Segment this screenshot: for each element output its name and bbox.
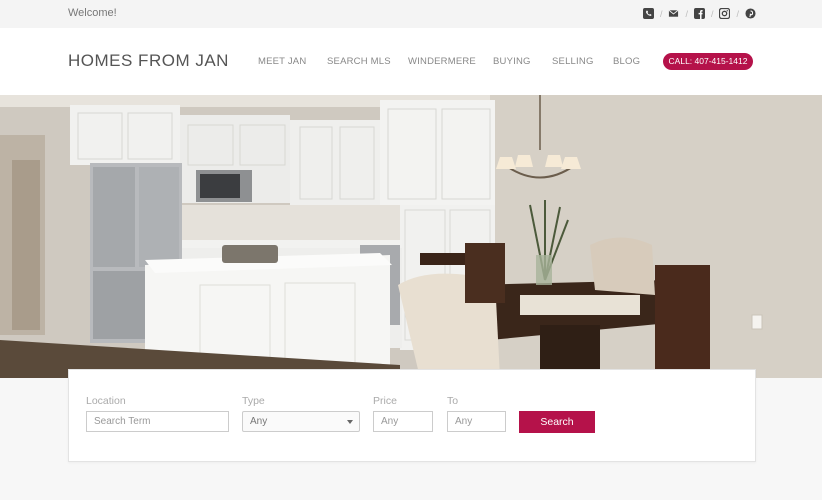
kitchen-photo: [0, 95, 822, 378]
social-links: / / / /: [642, 8, 756, 19]
nav-windermere[interactable]: WINDERMERE: [408, 56, 476, 67]
to-label: To: [447, 395, 459, 407]
nav-selling[interactable]: SELLING: [552, 56, 594, 67]
price-min-input[interactable]: Any: [373, 411, 433, 432]
welcome-text: Welcome!: [68, 7, 117, 19]
site-header: HOMES FROM JAN MEET JAN SEARCH MLS WINDE…: [0, 28, 822, 95]
location-label: Location: [86, 395, 126, 407]
instagram-icon[interactable]: [719, 8, 731, 19]
type-select-value: Any: [250, 416, 268, 427]
nav-buying[interactable]: BUYING: [493, 56, 531, 67]
type-label: Type: [242, 395, 265, 407]
call-button[interactable]: CALL: 407-415-1412: [663, 53, 753, 70]
price-max-input[interactable]: Any: [447, 411, 506, 432]
site-logo[interactable]: HOMES FROM JAN: [68, 51, 229, 71]
price-label: Price: [373, 395, 397, 407]
nav-blog[interactable]: BLOG: [613, 56, 640, 67]
pinterest-icon[interactable]: [745, 8, 756, 19]
nav-meet-jan[interactable]: MEET JAN: [258, 56, 306, 67]
nav-search-mls[interactable]: SEARCH MLS: [327, 56, 391, 67]
mail-icon[interactable]: [668, 8, 679, 19]
phone-icon[interactable]: [642, 8, 654, 19]
chevron-down-icon: [347, 420, 353, 424]
search-button[interactable]: Search: [519, 411, 595, 433]
facebook-icon[interactable]: [693, 8, 705, 19]
location-input[interactable]: Search Term: [86, 411, 229, 432]
property-search-form: Location Search Term Type Any Price Any …: [68, 369, 756, 462]
hero-image: [0, 95, 822, 378]
top-bar: Welcome! / / / /: [0, 0, 822, 28]
type-select[interactable]: Any: [242, 411, 360, 432]
